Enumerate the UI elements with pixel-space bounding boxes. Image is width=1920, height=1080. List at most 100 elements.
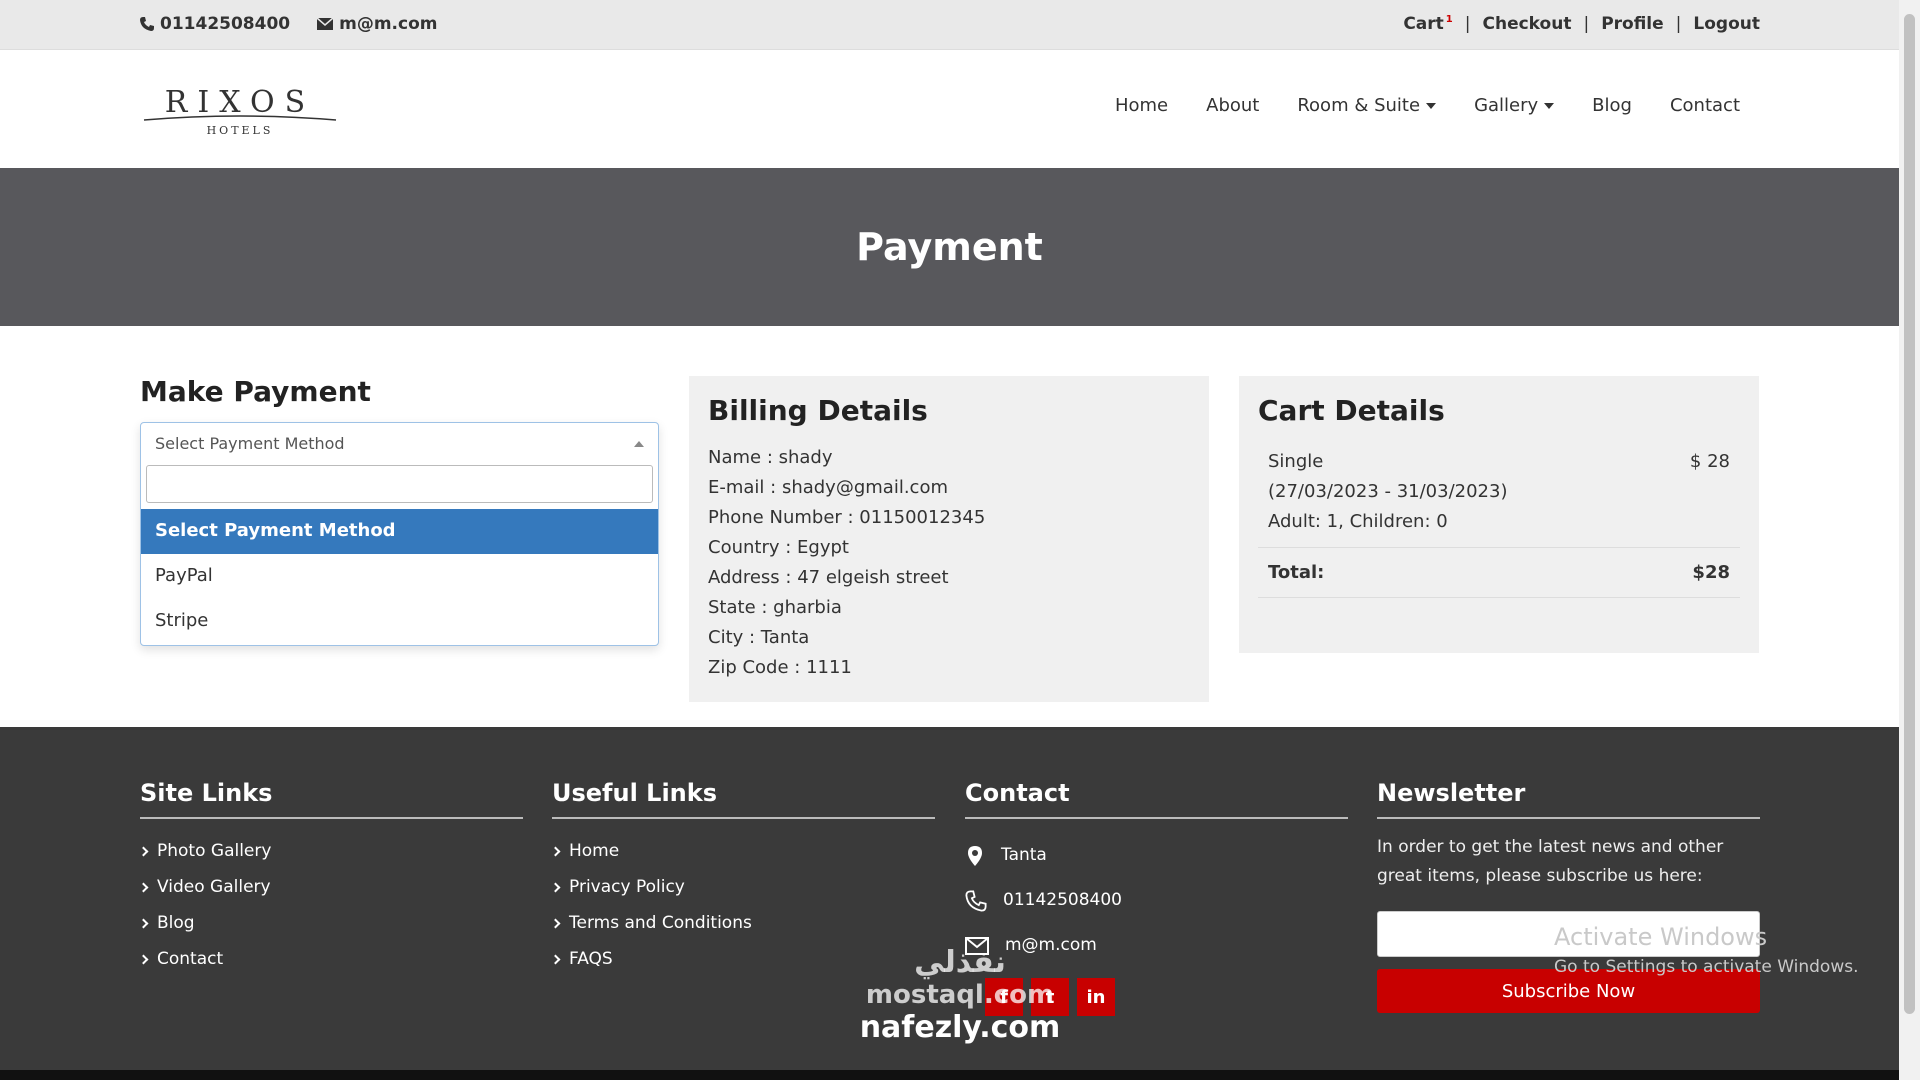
- nav-home[interactable]: Home: [1115, 95, 1168, 116]
- dropdown-search-input[interactable]: [146, 465, 653, 503]
- nav-contact[interactable]: Contact: [1670, 95, 1740, 116]
- separator: |: [1464, 14, 1471, 34]
- newsletter-text: In order to get the latest news and othe…: [1377, 837, 1724, 886]
- footer-link-privacy[interactable]: Privacy Policy: [550, 869, 935, 905]
- cart-item-price: $ 28: [1689, 451, 1730, 472]
- footer-link-photo-gallery[interactable]: Photo Gallery: [138, 833, 523, 869]
- linkedin-icon[interactable]: in: [1077, 978, 1115, 1016]
- billing-email: E-mail : shady@gmail.com: [708, 477, 948, 498]
- cart-item-dates: (27/03/2023 - 31/03/2023): [1268, 481, 1508, 502]
- top-email-text: m@m.com: [339, 14, 438, 34]
- option-stripe[interactable]: Stripe: [141, 599, 658, 644]
- billing-city: City : Tanta: [708, 627, 810, 648]
- activate-subtitle: Go to Settings to activate Windows.: [1554, 957, 1859, 977]
- link-label: Photo Gallery: [157, 841, 272, 861]
- cart-link[interactable]: Cart 1: [1403, 14, 1452, 34]
- phone-icon: [965, 889, 987, 912]
- map-pin-icon: [968, 845, 982, 866]
- watermark-arabic: نفذلي: [914, 945, 1006, 980]
- make-payment-heading: Make Payment: [140, 375, 371, 408]
- billing-name: Name : shady: [708, 447, 833, 468]
- billing-heading: Billing Details: [708, 394, 928, 427]
- rixos-logo[interactable]: RIXOS HOTELS: [142, 78, 338, 138]
- link-label: Blog: [157, 913, 195, 933]
- nav-blog[interactable]: Blog: [1592, 95, 1632, 116]
- newsletter-heading: Newsletter: [1377, 779, 1760, 819]
- billing-address: Address : 47 elgeish street: [708, 567, 949, 588]
- cart-total-label: Total:: [1268, 562, 1325, 583]
- separator: |: [1583, 14, 1590, 34]
- cart-item-info: Single (27/03/2023 - 31/03/2023) Adult: …: [1268, 447, 1507, 537]
- chevron-right-icon: [138, 918, 149, 928]
- scrollbar-thumb[interactable]: [1904, 14, 1915, 1014]
- site-links-heading: Site Links: [140, 779, 523, 819]
- footer-link-blog[interactable]: Blog: [138, 905, 523, 941]
- footer-phone: 01142508400: [965, 878, 1348, 923]
- footer-phone-text: 01142508400: [1003, 890, 1122, 910]
- user-links: Cart 1 | Checkout | Profile | Logout: [1403, 14, 1760, 34]
- bottom-strip: [0, 1070, 1899, 1080]
- billing-country: Country : Egypt: [708, 537, 849, 558]
- page-scrollbar[interactable]: [1899, 0, 1920, 1080]
- activate-title: Activate Windows: [1554, 923, 1768, 951]
- payment-method-dropdown[interactable]: Select Payment Method Select Payment Met…: [140, 422, 659, 646]
- top-email: m@m.com: [316, 14, 437, 34]
- footer-newsletter: Newsletter In order to get the latest ne…: [1377, 779, 1760, 1013]
- nav-gallery[interactable]: Gallery: [1474, 95, 1555, 116]
- separator: |: [1675, 14, 1682, 34]
- option-select-payment-method[interactable]: Select Payment Method: [141, 509, 658, 554]
- nav-room-suite-label: Room & Suite: [1297, 95, 1421, 116]
- top-contact: 01142508400 m@m.com: [139, 14, 437, 34]
- footer-link-video-gallery[interactable]: Video Gallery: [138, 869, 523, 905]
- cart-item: Single (27/03/2023 - 31/03/2023) Adult: …: [1258, 443, 1740, 548]
- chevron-right-icon: [138, 846, 149, 856]
- footer-location: Tanta: [965, 833, 1348, 878]
- caret-up-icon: [634, 441, 644, 447]
- top-phone: 01142508400: [139, 14, 290, 34]
- payment-method-select[interactable]: Select Payment Method: [141, 423, 658, 465]
- billing-phone: Phone Number : 01150012345: [708, 507, 986, 528]
- footer-site-links: Site Links Photo Gallery Video Gallery B…: [138, 779, 523, 977]
- footer-link-terms[interactable]: Terms and Conditions: [550, 905, 935, 941]
- billing-zip: Zip Code : 1111: [708, 657, 852, 678]
- make-payment-section: Make Payment Select Payment Method Selec…: [140, 375, 659, 646]
- contact-heading: Contact: [965, 779, 1348, 819]
- chevron-right-icon: [550, 882, 561, 892]
- link-label: Contact: [157, 949, 224, 969]
- link-label: FAQS: [569, 949, 613, 969]
- logout-link[interactable]: Logout: [1693, 14, 1760, 34]
- billing-details-panel: Billing Details Name : shady E-mail : sh…: [689, 376, 1209, 702]
- checkout-link[interactable]: Checkout: [1483, 14, 1572, 34]
- footer-location-text: Tanta: [1001, 845, 1047, 865]
- cart-total-row: Total: $28: [1258, 548, 1740, 598]
- link-label: Video Gallery: [157, 877, 271, 897]
- cart-heading: Cart Details: [1258, 394, 1445, 427]
- billing-state: State : gharbia: [708, 597, 842, 618]
- activate-windows-notice: Activate Windows Go to Settings to activ…: [1554, 923, 1859, 977]
- cart-item-guests: Adult: 1, Children: 0: [1268, 511, 1448, 532]
- cart-item-name: Single: [1268, 451, 1324, 472]
- top-phone-text: 01142508400: [160, 14, 291, 34]
- chevron-right-icon: [138, 882, 149, 892]
- cart-details-panel: Cart Details Single (27/03/2023 - 31/03/…: [1239, 376, 1759, 653]
- caret-down-icon: [1426, 102, 1437, 109]
- useful-links-heading: Useful Links: [552, 779, 935, 819]
- nav-gallery-label: Gallery: [1474, 95, 1539, 116]
- nav-room-suite[interactable]: Room & Suite: [1297, 95, 1437, 116]
- nav-about[interactable]: About: [1206, 95, 1259, 116]
- watermark-nafezly: nafezly.com: [859, 1010, 1061, 1045]
- site-header: RIXOS HOTELS Home About Room & Suite Gal…: [0, 50, 1899, 168]
- profile-link[interactable]: Profile: [1601, 14, 1663, 34]
- payment-method-value: Select Payment Method: [155, 434, 345, 453]
- phone-icon: [140, 17, 154, 31]
- page-title: Payment: [856, 225, 1043, 269]
- footer-link-contact[interactable]: Contact: [138, 941, 523, 977]
- logo-subtext: HOTELS: [207, 124, 274, 137]
- footer-link-home[interactable]: Home: [550, 833, 935, 869]
- link-label: Terms and Conditions: [569, 913, 752, 933]
- option-paypal[interactable]: PayPal: [141, 554, 658, 599]
- chevron-right-icon: [550, 846, 561, 856]
- cart-total-value: $28: [1692, 562, 1730, 583]
- chevron-right-icon: [138, 954, 149, 964]
- cart-link-label: Cart: [1403, 14, 1444, 34]
